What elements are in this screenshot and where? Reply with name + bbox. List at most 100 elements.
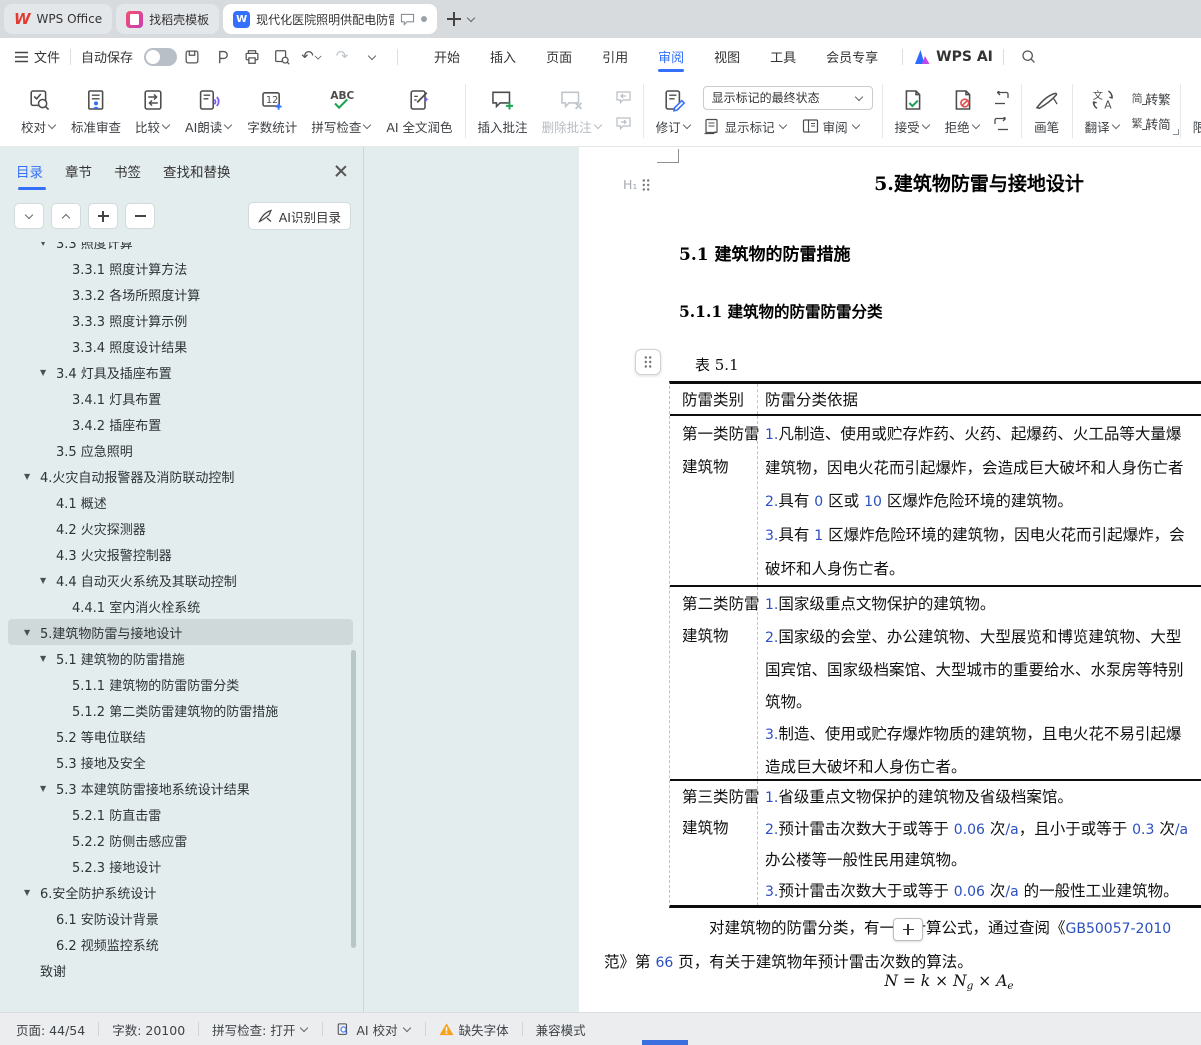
export-pdf-button[interactable] xyxy=(209,45,235,69)
toc-collapse-arrow-icon[interactable]: ▼ xyxy=(40,654,56,663)
redo-button[interactable]: ↷ xyxy=(329,45,355,69)
sidebar-scrollbar[interactable] xyxy=(351,650,356,948)
previous-comment-button[interactable] xyxy=(613,88,635,108)
zoom-out-outline-button[interactable] xyxy=(125,203,155,229)
restrict-editing-button[interactable]: 限制编辑 xyxy=(1186,79,1201,143)
toc-collapse-arrow-icon[interactable]: ▼ xyxy=(40,576,56,585)
more-commands-button[interactable] xyxy=(359,45,385,69)
body-paragraph-line1[interactable]: 对建筑物的防雷分类，有一个计算公式，通过查阅《GB50057-2010 xyxy=(709,916,1171,938)
table-drag-handle[interactable] xyxy=(635,349,661,375)
menu-tab-页面[interactable]: 页面 xyxy=(546,38,572,75)
toc-item[interactable]: 4.1 概述 xyxy=(8,489,353,515)
document-page[interactable]: H₁ 5.建筑物防雷与接地设计 5.1 建筑物的防雷措施 5.1.1 建筑物的防… xyxy=(579,147,1201,1012)
toc-item[interactable]: 6.2 视频监控系统 xyxy=(8,931,353,957)
toc-item[interactable]: 5.2 等电位联结 xyxy=(8,723,353,749)
to-traditional-button[interactable]: 简 转繁 xyxy=(1132,89,1171,108)
toc-collapse-arrow-icon[interactable]: ▼ xyxy=(40,368,56,377)
markup-state-dropdown[interactable]: 显示标记的最终状态 xyxy=(703,86,873,110)
insert-table-row-button[interactable] xyxy=(893,918,923,941)
menu-tab-工具[interactable]: 工具 xyxy=(770,38,796,75)
translate-button[interactable]: 文A 翻译 xyxy=(1078,79,1128,143)
track-changes-button[interactable]: 修订 xyxy=(649,79,699,143)
toc-item[interactable]: 致谢 xyxy=(8,957,353,983)
menu-tab-引用[interactable]: 引用 xyxy=(602,38,628,75)
section-heading[interactable]: 5.1 建筑物的防雷措施 xyxy=(679,240,851,265)
next-comment-button[interactable] xyxy=(613,114,635,134)
toc-item[interactable]: 4.4.1 室内消火栓系统 xyxy=(8,593,353,619)
toc-item[interactable]: 5.2.3 接地设计 xyxy=(8,853,353,879)
menu-tab-插入[interactable]: 插入 xyxy=(490,38,516,75)
wps-ai-button[interactable]: WPS AI xyxy=(913,49,993,65)
spell-check-status[interactable]: 拼写检查: 打开 xyxy=(212,1020,309,1039)
toc-item[interactable]: 3.5 应急照明 xyxy=(8,437,353,463)
undo-button[interactable]: ↶ xyxy=(299,45,325,69)
toc-item[interactable]: ▼5.建筑物防雷与接地设计 xyxy=(8,619,353,645)
toc-item[interactable]: 5.3 接地及安全 xyxy=(8,749,353,775)
search-button[interactable] xyxy=(1016,45,1042,69)
sidebar-tab-查找和替换[interactable]: 查找和替换 xyxy=(163,161,231,190)
ai-polish-button[interactable]: AI 全文润色 xyxy=(379,79,459,143)
accept-revision-button[interactable]: 接受 xyxy=(888,79,938,143)
toc-item[interactable]: ▼6.安全防护系统设计 xyxy=(8,879,353,905)
print-preview-button[interactable] xyxy=(269,45,295,69)
insert-comment-button[interactable]: 插入批注 xyxy=(471,79,535,143)
previous-revision-button[interactable] xyxy=(991,88,1013,108)
toc-collapse-arrow-icon[interactable]: ▼ xyxy=(24,628,40,637)
toc-item[interactable]: 6.1 安防设计背景 xyxy=(8,905,353,931)
toc-item[interactable]: 5.1.1 建筑物的防雷防雷分类 xyxy=(8,671,353,697)
new-tab-button[interactable] xyxy=(443,8,465,30)
toc-item[interactable]: 3.3.1 照度计算方法 xyxy=(8,255,353,281)
toc-item[interactable]: 参考文献 xyxy=(8,983,353,990)
sidebar-tab-书签[interactable]: 书签 xyxy=(114,161,141,190)
drag-handle-icon[interactable] xyxy=(641,178,651,192)
tab-wps-home[interactable]: W WPS Office xyxy=(4,4,112,34)
sidebar-tab-章节[interactable]: 章节 xyxy=(65,161,92,190)
chapter-heading[interactable]: 5.建筑物防雷与接地设计 xyxy=(729,169,1201,196)
standard-review-button[interactable]: 标准审查 xyxy=(64,79,128,143)
toc-item[interactable]: 3.3.4 照度设计结果 xyxy=(8,333,353,359)
tab-list-chevron-icon[interactable] xyxy=(467,15,476,23)
table-caption[interactable]: 表 5.1 xyxy=(695,354,739,375)
save-button[interactable] xyxy=(179,45,205,69)
zoom-in-outline-button[interactable] xyxy=(88,203,118,229)
ai-proofread-status[interactable]: AI 校对 xyxy=(336,1020,411,1039)
toc-item[interactable]: 4.2 火灾探测器 xyxy=(8,515,353,541)
toc-collapse-arrow-icon[interactable]: ▼ xyxy=(24,472,40,481)
toc-item[interactable]: 3.4.2 插座布置 xyxy=(8,411,353,437)
tab-current-document[interactable]: W 现代化医院照明供配电防雷及 xyxy=(223,4,437,34)
sidebar-tab-目录[interactable]: 目录 xyxy=(16,161,43,190)
to-simplified-button[interactable]: 繁 转简 xyxy=(1132,114,1171,133)
collapse-all-button[interactable] xyxy=(14,203,44,229)
subsection-heading[interactable]: 5.1.1 建筑物的防雷防雷分类 xyxy=(679,300,883,322)
ai-recognize-toc-button[interactable]: AI识别目录 xyxy=(248,202,351,230)
word-count-button[interactable]: 12 字数统计 xyxy=(240,79,304,143)
ai-read-aloud-button[interactable]: AI朗读 xyxy=(178,79,240,143)
spell-check-button[interactable]: ABC 拼写检查 xyxy=(304,79,379,143)
expand-all-button[interactable] xyxy=(51,203,81,229)
toc-item[interactable]: 4.3 火灾报警控制器 xyxy=(8,541,353,567)
heading-level-marker[interactable]: H₁ xyxy=(623,177,651,192)
dialog-launcher-icon[interactable] xyxy=(1173,129,1179,135)
autosave-toggle[interactable] xyxy=(144,48,177,66)
toc-item[interactable]: 3.3.2 各场所照度计算 xyxy=(8,281,353,307)
lightning-strike-formula[interactable]: N = k × Ng × Ae xyxy=(819,972,1079,992)
menu-tab-视图[interactable]: 视图 xyxy=(714,38,740,75)
toc-item[interactable]: 5.1.2 第二类防雷建筑物的防雷措施 xyxy=(8,697,353,723)
toc-item[interactable]: 3.3.3 照度计算示例 xyxy=(8,307,353,333)
close-sidebar-icon[interactable] xyxy=(333,163,349,179)
toc-item[interactable]: ▼3.3 照度计算 xyxy=(8,242,353,255)
toc-item[interactable]: 5.2.1 防直击雷 xyxy=(8,801,353,827)
review-pane-button[interactable]: 审阅 xyxy=(802,117,861,136)
toc-item[interactable]: 3.4.1 灯具布置 xyxy=(8,385,353,411)
toc-item[interactable]: ▼5.1 建筑物的防雷措施 xyxy=(8,645,353,671)
toc-collapse-arrow-icon[interactable]: ▼ xyxy=(40,784,56,793)
toc-item[interactable]: ▼3.4 灯具及插座布置 xyxy=(8,359,353,385)
toc-item[interactable]: ▼4.火灾自动报警器及消防联动控制 xyxy=(8,463,353,489)
delete-comment-button[interactable]: 删除批注 xyxy=(535,79,610,143)
toc-item[interactable]: ▼5.3 本建筑防雷接地系统设计结果 xyxy=(8,775,353,801)
reject-revision-button[interactable]: 拒绝 xyxy=(938,79,988,143)
menu-tab-开始[interactable]: 开始 xyxy=(434,38,460,75)
menu-tab-会员专享[interactable]: 会员专享 xyxy=(826,38,878,75)
toc-collapse-arrow-icon[interactable]: ▼ xyxy=(40,242,56,247)
print-button[interactable] xyxy=(239,45,265,69)
